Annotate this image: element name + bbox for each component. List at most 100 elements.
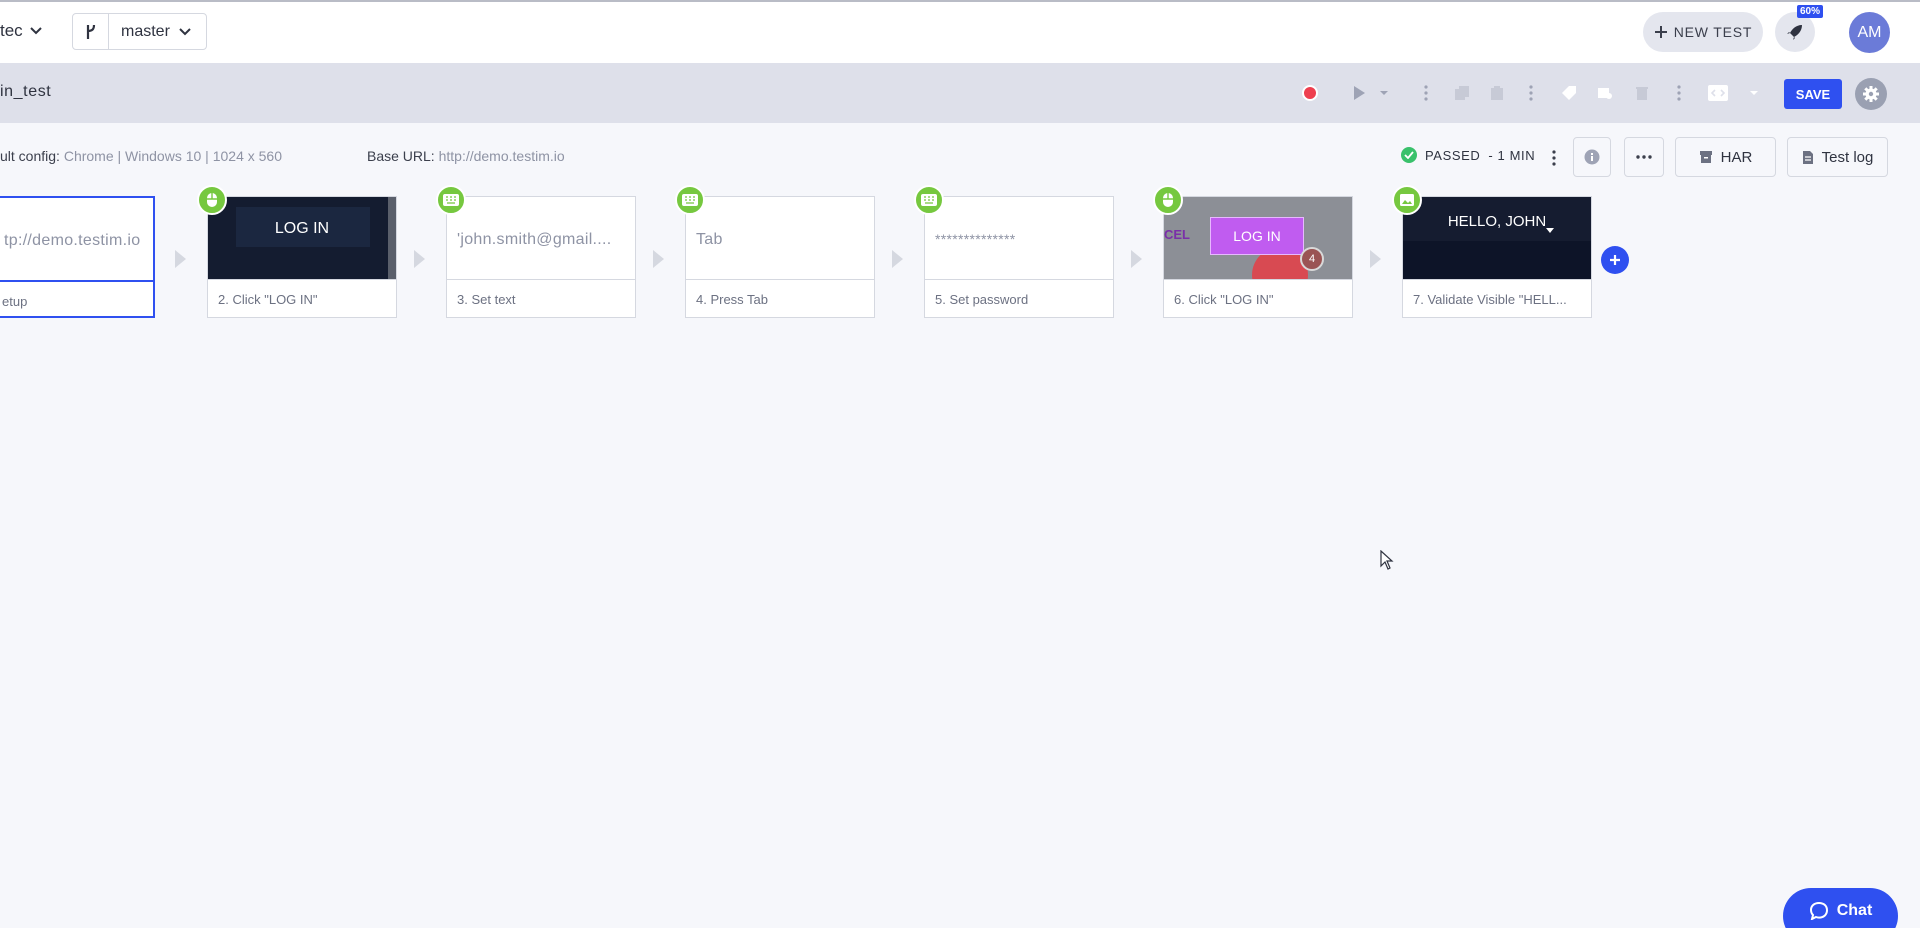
chat-button[interactable]: Chat (1783, 888, 1898, 928)
chevron-down-icon (29, 27, 42, 35)
step-card[interactable]: CEL LOG IN 4 6. Click "LOG IN" (1163, 196, 1353, 318)
play-icon[interactable] (1348, 82, 1370, 104)
default-config[interactable]: ult config: Chrome | Windows 10 | 1024 x… (0, 148, 282, 164)
rocket-button[interactable] (1775, 12, 1815, 52)
step-arrow-icon (1131, 250, 1142, 268)
step-thumb-text: Tab (696, 231, 723, 248)
project-selector[interactable]: tec (0, 21, 43, 41)
more-vertical-icon[interactable] (1420, 82, 1432, 104)
step-thumb-text: HELLO, JOHN (1447, 213, 1547, 230)
new-test-label: NEW TEST (1673, 24, 1753, 40)
more-vertical-icon[interactable] (1525, 82, 1537, 104)
document-icon (1802, 150, 1813, 164)
base-url[interactable]: Base URL: http://demo.testim.io (367, 148, 565, 164)
branch-selector[interactable]: master (72, 13, 207, 50)
har-label: HAR (1720, 148, 1753, 166)
keyboard-icon (436, 185, 466, 215)
keyboard-icon (914, 185, 944, 215)
branch-icon (73, 14, 109, 49)
save-button[interactable]: SAVE (1784, 79, 1842, 109)
check-circle-icon (1401, 147, 1417, 163)
code-icon[interactable] (1706, 82, 1730, 104)
chevron-down-icon[interactable] (1748, 82, 1760, 104)
mouse-icon (1153, 185, 1183, 215)
step-label: 4. Press Tab (686, 279, 874, 318)
new-test-button[interactable]: NEW TEST (1643, 12, 1763, 52)
step-label: etup (0, 280, 153, 319)
avatar[interactable]: AM (1849, 12, 1890, 53)
step-label: 5. Set password (925, 279, 1113, 318)
progress-badge: 60% (1797, 5, 1824, 18)
chevron-down-icon[interactable] (1378, 82, 1390, 104)
step-label: 3. Set text (447, 279, 635, 318)
settings-button[interactable] (1855, 78, 1887, 110)
step-thumb-text: ************** (935, 231, 1016, 247)
step-thumb-text: 'john.smith@gmail.... (457, 231, 612, 248)
delete-icon[interactable] (1631, 82, 1653, 104)
step-card[interactable]: Tab 4. Press Tab (685, 196, 875, 318)
step-card[interactable]: HELLO, JOHN 7. Validate Visible "HELL... (1402, 196, 1592, 318)
info-button[interactable] (1573, 137, 1611, 177)
step-thumbnail: HELLO, JOHN (1403, 197, 1591, 279)
step-label: 6. Click "LOG IN" (1164, 279, 1352, 318)
test-name[interactable]: in_test (0, 83, 51, 101)
more-horizontal-icon (1636, 155, 1652, 159)
more-vertical-icon[interactable] (1548, 147, 1560, 169)
base-url-label: Base URL: (367, 148, 435, 164)
step-card[interactable]: tp://demo.testim.io etup (0, 196, 155, 318)
tag-icon[interactable] (1558, 82, 1580, 104)
har-button[interactable]: HAR (1675, 137, 1776, 177)
step-arrow-icon (414, 250, 425, 268)
record-button[interactable] (1302, 85, 1318, 101)
step-arrow-icon (1370, 250, 1381, 268)
step-card[interactable]: LOG IN 2. Click "LOG IN" (207, 196, 397, 318)
default-config-label: ult config: (0, 148, 60, 164)
step-label: 2. Click "LOG IN" (208, 279, 396, 318)
step-thumbnail: tp://demo.testim.io (0, 198, 153, 280)
info-icon (1584, 149, 1600, 165)
step-thumb-extra-text: CEL (1164, 227, 1190, 242)
step-thumbnail: CEL LOG IN 4 (1164, 197, 1352, 279)
step-arrow-icon (175, 250, 186, 268)
step-label: 7. Validate Visible "HELL... (1403, 279, 1591, 318)
step-thumbnail: LOG IN (208, 197, 396, 279)
step-thumbnail: ************** (925, 197, 1113, 279)
project-name: tec (0, 21, 23, 40)
status-text: PASSED (1425, 147, 1481, 163)
step-thumb-text: LOG IN (274, 220, 330, 237)
add-step-button[interactable] (1601, 246, 1629, 274)
step-arrow-icon (653, 250, 664, 268)
mouse-icon (197, 185, 227, 215)
paste-icon[interactable] (1486, 82, 1508, 104)
status-duration: - 1 MIN (1488, 147, 1536, 163)
step-card[interactable]: ************** 5. Set password (924, 196, 1114, 318)
run-status[interactable]: PASSED - 1 MIN (1401, 147, 1535, 163)
caret-down-icon (1546, 220, 1554, 238)
branch-name: master (121, 22, 170, 40)
gear-icon (1863, 86, 1879, 102)
default-config-value: Chrome | Windows 10 | 1024 x 560 (63, 148, 282, 164)
plus-icon (1654, 26, 1667, 38)
mouse-cursor-icon (1380, 549, 1394, 575)
chat-bubble-icon (1809, 902, 1828, 920)
step-card[interactable]: 'john.smith@gmail.... 3. Set text (446, 196, 636, 318)
keyboard-icon (675, 185, 705, 215)
test-log-button[interactable]: Test log (1787, 137, 1888, 177)
step-thumb-text: LOG IN (1210, 217, 1304, 255)
copy-icon[interactable] (1451, 82, 1473, 104)
top-bar: tec master NEW TEST 60% AM (0, 0, 1920, 63)
step-thumb-text: tp://demo.testim.io (4, 232, 141, 249)
chevron-down-icon (179, 27, 191, 35)
step-arrow-icon (892, 250, 903, 268)
more-options-button[interactable] (1624, 137, 1664, 177)
step-thumbnail: 'john.smith@gmail.... (447, 197, 635, 279)
test-toolbar: in_test SAVE (0, 63, 1920, 123)
rocket-icon (1787, 25, 1802, 40)
base-url-value: http://demo.testim.io (438, 148, 565, 164)
step-thumbnail: Tab (686, 197, 874, 279)
more-vertical-icon[interactable] (1673, 82, 1685, 104)
plus-icon (1610, 255, 1620, 265)
group-icon[interactable] (1594, 82, 1616, 104)
step-thumb-count: 4 (1300, 247, 1324, 271)
chat-label: Chat (1836, 902, 1873, 919)
